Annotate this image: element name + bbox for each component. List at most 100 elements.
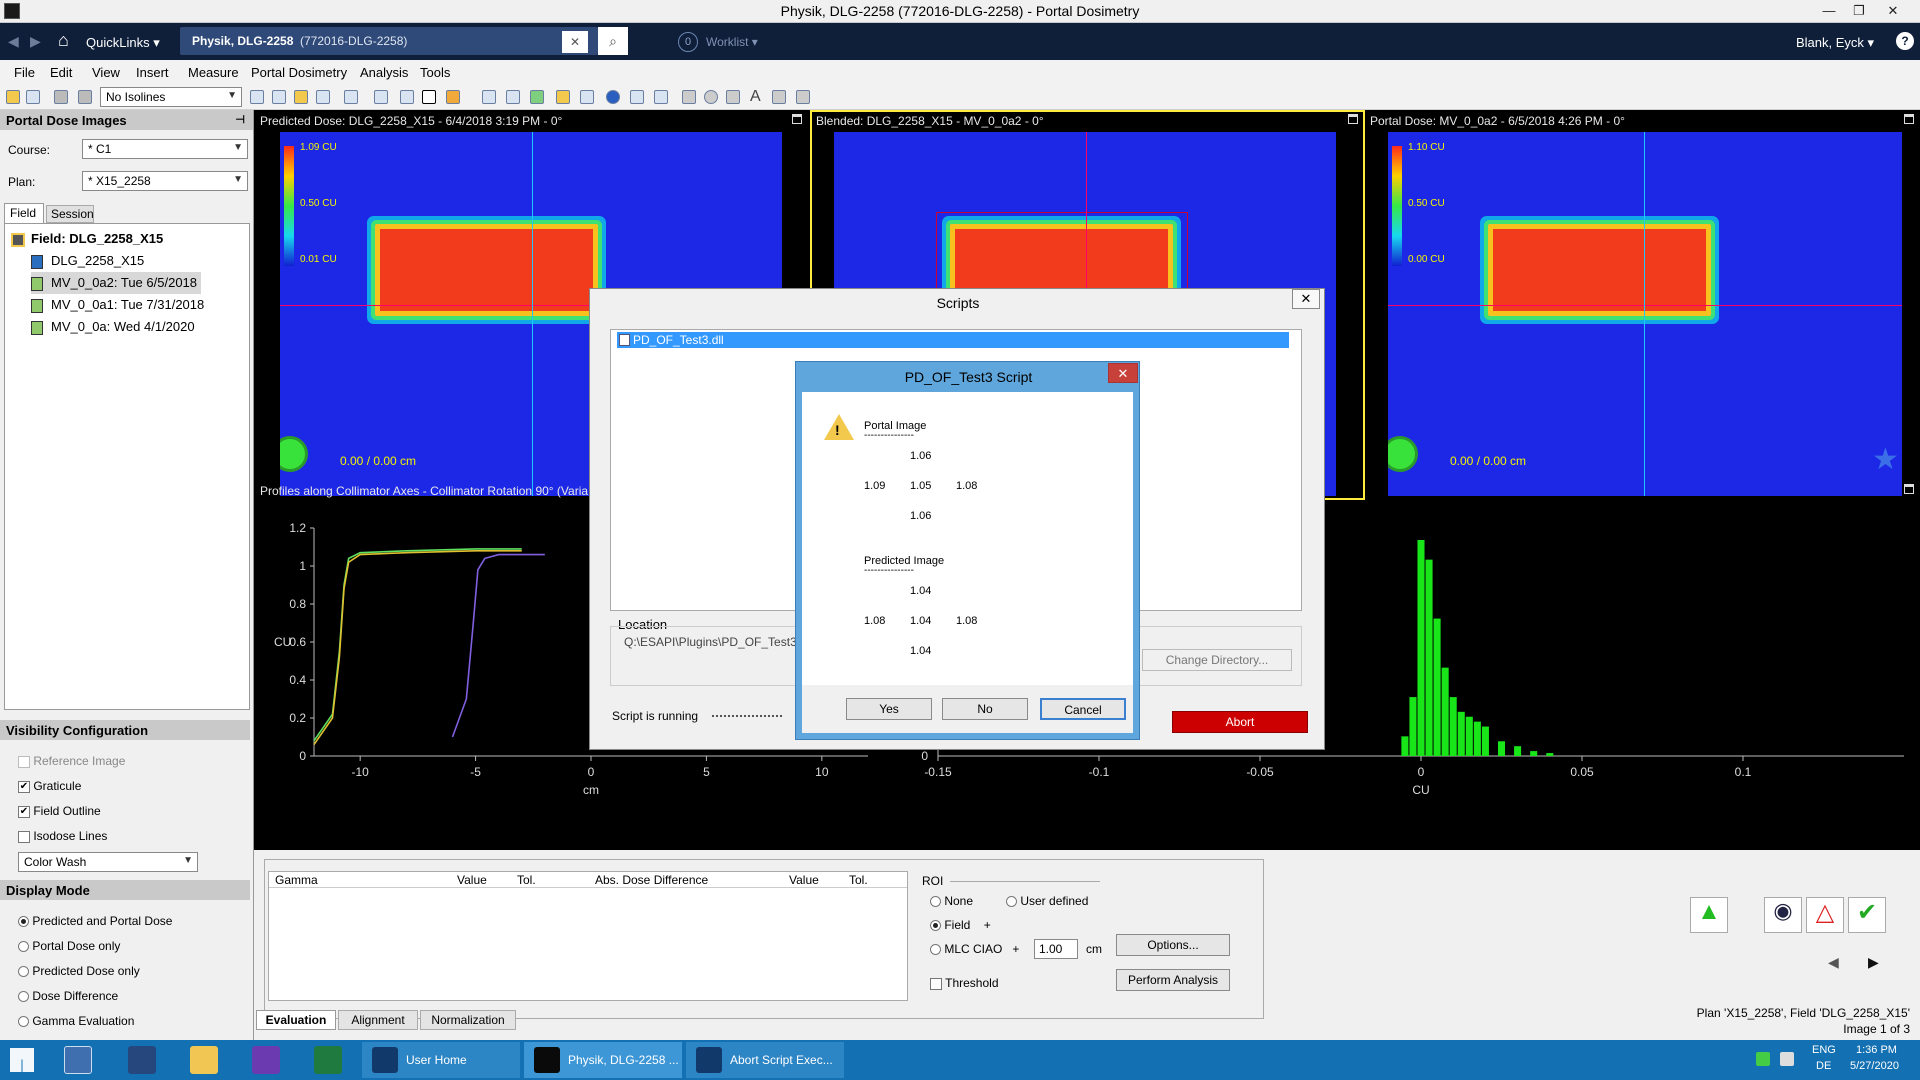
radio-selected[interactable] bbox=[18, 916, 29, 928]
column-header[interactable]: Value bbox=[457, 873, 487, 887]
portal-dose-image[interactable]: 1.10 CU 0.50 CU 0.00 CU 0.00 / 0.00 cm ★ bbox=[1388, 132, 1902, 496]
display-dose-difference[interactable]: Dose Difference bbox=[18, 989, 118, 1003]
forward-icon[interactable]: ▶ bbox=[30, 33, 41, 50]
column-header[interactable]: Gamma bbox=[275, 873, 318, 887]
tab-session[interactable]: Session bbox=[46, 205, 94, 223]
display-predicted-only[interactable]: Predicted Dose only bbox=[18, 964, 140, 978]
radio-selected[interactable] bbox=[930, 920, 941, 932]
info-icon[interactable] bbox=[606, 90, 620, 104]
visual-studio-icon[interactable] bbox=[252, 1046, 280, 1074]
radio[interactable] bbox=[930, 944, 941, 956]
ellipse-icon[interactable] bbox=[704, 90, 718, 104]
next-image-icon[interactable]: ▶ bbox=[1868, 954, 1879, 971]
checkbox-checked[interactable]: ✔ bbox=[18, 805, 30, 818]
tab-clear-button[interactable]: ✕ bbox=[562, 31, 588, 53]
mlc-margin-input[interactable]: 1.00 bbox=[1034, 939, 1078, 959]
maximize-icon[interactable] bbox=[792, 114, 802, 124]
clock-date[interactable]: 5/27/2020 bbox=[1850, 1060, 1899, 1072]
text-icon[interactable]: A bbox=[750, 88, 761, 106]
crosshair-icon[interactable] bbox=[400, 90, 414, 104]
vis-reference-image[interactable]: Reference Image bbox=[18, 754, 125, 768]
tree-item[interactable]: MV_0_0a: Wed 4/1/2020 bbox=[31, 316, 195, 338]
vis-isodose-lines[interactable]: Isodose Lines bbox=[18, 829, 107, 843]
radio[interactable] bbox=[18, 991, 29, 1003]
pin-icon[interactable]: ⊣ bbox=[235, 113, 245, 126]
turtle-icon[interactable] bbox=[1388, 436, 1418, 472]
perform-analysis-button[interactable]: Perform Analysis bbox=[1116, 969, 1230, 991]
turtle-icon[interactable] bbox=[280, 436, 308, 472]
restore-icon[interactable]: ❐ bbox=[1846, 1, 1872, 21]
tab-alignment[interactable]: Alignment bbox=[338, 1010, 418, 1030]
approve-icon[interactable]: ✔ bbox=[1848, 897, 1886, 933]
isolines-select[interactable]: No Isolines ▼ bbox=[100, 87, 242, 107]
line-icon[interactable] bbox=[654, 90, 668, 104]
copy-icon[interactable] bbox=[78, 90, 92, 104]
roi-user-defined[interactable]: User defined bbox=[1006, 894, 1088, 908]
taskbar-item[interactable]: User Home bbox=[362, 1042, 520, 1078]
clock-time[interactable]: 1:36 PM bbox=[1856, 1044, 1897, 1056]
colormap-icon[interactable] bbox=[446, 90, 460, 104]
powershell-icon[interactable] bbox=[128, 1046, 156, 1074]
reject-icon[interactable]: △ bbox=[1806, 897, 1844, 933]
threshold-checkbox[interactable]: Threshold bbox=[930, 976, 999, 990]
layout-icon[interactable] bbox=[344, 90, 358, 104]
menu-edit[interactable]: Edit bbox=[50, 65, 72, 80]
course-select[interactable]: * C1 ▼ bbox=[82, 139, 248, 159]
menu-insert[interactable]: Insert bbox=[136, 65, 169, 80]
menu-analysis[interactable]: Analysis bbox=[360, 65, 408, 80]
cancel-button[interactable]: Cancel bbox=[1040, 698, 1126, 720]
help-icon[interactable]: ? bbox=[1896, 32, 1914, 50]
search-icon[interactable]: ⌕ bbox=[598, 27, 628, 55]
display-gamma-evaluation[interactable]: Gamma Evaluation bbox=[18, 1014, 134, 1028]
rotate-icon[interactable] bbox=[316, 90, 330, 104]
script-list-item-selected[interactable]: PD_OF_Test3.dll bbox=[617, 332, 1289, 348]
column-header[interactable]: Tol. bbox=[517, 873, 536, 887]
taskbar-item-active[interactable]: Physik, DLG-2258 ... bbox=[524, 1042, 682, 1078]
polygon-icon[interactable] bbox=[772, 90, 786, 104]
tab-normalization[interactable]: Normalization bbox=[420, 1010, 516, 1030]
star-icon[interactable]: ★ bbox=[1872, 442, 1899, 477]
checkbox-checked[interactable]: ✔ bbox=[18, 780, 30, 793]
abort-button[interactable]: Abort bbox=[1172, 711, 1308, 733]
maximize-icon[interactable] bbox=[1348, 114, 1358, 124]
maximize-icon[interactable] bbox=[1904, 114, 1914, 124]
radio[interactable] bbox=[18, 966, 29, 978]
windows-start-icon[interactable] bbox=[10, 1048, 34, 1072]
zoom-out-icon[interactable] bbox=[272, 90, 286, 104]
close-button[interactable]: ✕ bbox=[1108, 363, 1138, 383]
checkbox[interactable] bbox=[18, 830, 30, 843]
vis-field-outline[interactable]: ✔ Field Outline bbox=[18, 804, 101, 818]
network-icon[interactable] bbox=[1756, 1052, 1770, 1066]
menu-measure[interactable]: Measure bbox=[188, 65, 239, 80]
close-button[interactable]: ✕ bbox=[1292, 289, 1320, 309]
yes-button[interactable]: Yes bbox=[846, 698, 932, 720]
pencil-icon[interactable] bbox=[556, 90, 570, 104]
language-indicator[interactable]: ENG bbox=[1812, 1044, 1836, 1056]
column-header[interactable]: Tol. bbox=[849, 873, 868, 887]
locale-indicator[interactable]: DE bbox=[1816, 1060, 1831, 1072]
export-icon[interactable] bbox=[530, 90, 544, 104]
tree-item-selected[interactable]: MV_0_0a2: Tue 6/5/2018 bbox=[31, 272, 202, 294]
display-predicted-and-portal[interactable]: Predicted and Portal Dose bbox=[18, 914, 172, 928]
eye-icon[interactable]: ◉ bbox=[1764, 897, 1802, 933]
patient-tab[interactable]: Physik, DLG-2258 (772016-DLG-2258) ✕ bbox=[180, 27, 598, 55]
window-level-icon[interactable] bbox=[422, 90, 436, 104]
worklist-menu[interactable]: Worklist ▾ bbox=[706, 35, 758, 49]
menu-file[interactable]: File bbox=[14, 65, 35, 80]
menu-view[interactable]: View bbox=[92, 65, 120, 80]
print-icon[interactable] bbox=[54, 90, 68, 104]
excel-icon[interactable] bbox=[314, 1046, 342, 1074]
home-icon[interactable]: ⌂ bbox=[58, 30, 69, 51]
column-header[interactable]: Abs. Dose Difference bbox=[595, 873, 708, 887]
checkbox[interactable] bbox=[930, 977, 942, 990]
results-table[interactable]: Gamma Value Tol. Abs. Dose Difference Va… bbox=[268, 871, 908, 1001]
radio[interactable] bbox=[18, 1016, 29, 1028]
quicklinks-menu[interactable]: QuickLinks ▾ bbox=[86, 35, 160, 51]
back-icon[interactable]: ◀ bbox=[8, 33, 19, 50]
checkbox[interactable] bbox=[18, 755, 30, 768]
image-compare-icon[interactable] bbox=[506, 90, 520, 104]
plan-select[interactable]: * X15_2258 ▼ bbox=[82, 171, 248, 191]
taskbar-item[interactable]: Abort Script Exec... bbox=[686, 1042, 844, 1078]
roi-field[interactable]: Field + bbox=[930, 918, 991, 932]
tree-item[interactable]: MV_0_0a1: Tue 7/31/2018 bbox=[31, 294, 204, 316]
